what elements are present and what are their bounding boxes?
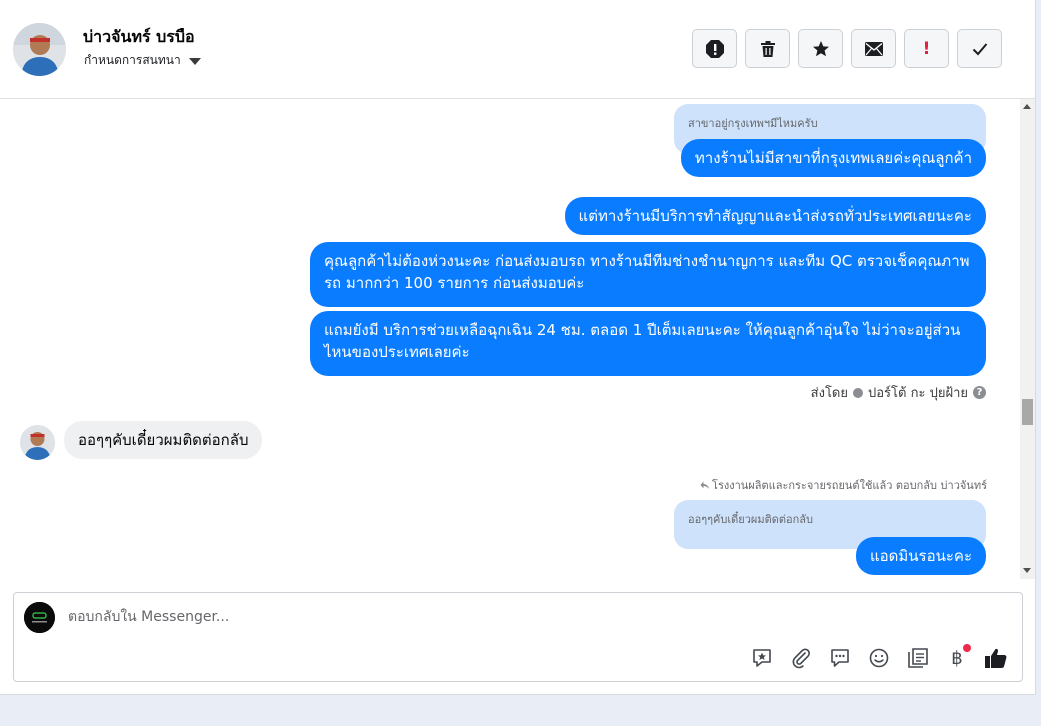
header-actions: ! <box>692 29 1002 68</box>
sent-by-label: ส่งโดย <box>810 386 848 401</box>
verified-dot-icon <box>853 387 863 398</box>
outgoing-message[interactable]: แถมยังมี บริการช่วยเหลือฉุกเฉิน 24 ชม. ต… <box>310 311 986 376</box>
scroll-down-arrow-icon[interactable] <box>1023 568 1031 573</box>
conversation-panel: บ่าวจันทร์ บรบือ กำหนดการสนทนา ! สาขาอยู… <box>0 0 1036 695</box>
saved-reply-icon <box>753 649 771 667</box>
message-list[interactable]: สาขาอยู่กรุงเทพฯมีไหมครับ ทางร้านไม่มีสา… <box>0 99 1020 579</box>
caret-down-icon <box>188 57 201 65</box>
reply-note-text: โรงงานผลิตและกระจายรถยนต์ใช้แล้ว ตอบกลับ… <box>712 479 987 492</box>
notification-dot <box>963 644 971 652</box>
contact-avatar-small[interactable] <box>20 425 55 460</box>
scrollbar-thumb[interactable] <box>1022 399 1033 425</box>
trash-icon <box>760 40 775 57</box>
reply-input[interactable] <box>68 605 968 629</box>
sent-by-name: ปอร์โต้ กะ ปุยฝ้าย <box>868 386 968 401</box>
thumbs-up-icon <box>985 648 1007 668</box>
assign-conversation-dropdown[interactable]: กำหนดการสนทนา <box>84 51 201 70</box>
attachment-icon <box>792 648 810 669</box>
conversation-header: บ่าวจันทร์ บรบือ กำหนดการสนทนา ! <box>0 0 1035 99</box>
outgoing-message[interactable]: แต่ทางร้านมีบริการทำสัญญาและนำส่งรถทั่วป… <box>564 197 986 235</box>
scroll-up-arrow-icon[interactable] <box>1023 104 1031 109</box>
spam-button[interactable] <box>692 29 737 68</box>
payment-button[interactable]: ฿ <box>943 644 971 672</box>
quoted-text: ออๆๆคับเดี๋ยวผมติดต่อกลับ <box>688 513 814 526</box>
reply-arrow-icon <box>700 481 710 489</box>
star-icon <box>812 40 829 56</box>
exclamation-icon: ! <box>922 38 931 59</box>
emoji-button[interactable] <box>865 644 893 672</box>
emoji-icon <box>869 648 889 668</box>
alert-circle-icon <box>705 39 724 58</box>
message-scrollbar[interactable] <box>1020 99 1035 579</box>
follow-up-button[interactable]: ! <box>904 29 949 68</box>
page-avatar <box>24 602 55 633</box>
outgoing-message[interactable]: แอดมินรอนะคะ <box>855 537 986 575</box>
chat-button[interactable] <box>826 644 854 672</box>
like-button[interactable] <box>982 644 1010 672</box>
incoming-message[interactable]: ออๆๆคับเดี๋ยวผมติดต่อกลับ <box>64 421 263 459</box>
saved-reply-button[interactable] <box>748 644 776 672</box>
checkmark-icon <box>972 42 987 55</box>
mark-done-button[interactable] <box>957 29 1002 68</box>
catalog-button[interactable] <box>904 644 932 672</box>
sent-by-info: ส่งโดย ปอร์โต้ กะ ปุยฝ้าย ? <box>811 382 986 403</box>
reply-note: โรงงานผลิตและกระจายรถยนต์ใช้แล้ว ตอบกลับ… <box>700 476 987 494</box>
mail-icon <box>864 41 883 56</box>
help-icon[interactable]: ? <box>973 386 986 399</box>
outgoing-message[interactable]: ทางร้านไม่มีสาขาที่กรุงเทพเลยค่ะคุณลูกค้… <box>680 139 986 177</box>
catalog-icon <box>908 648 928 668</box>
contact-name[interactable]: บ่าวจันทร์ บรบือ <box>83 25 195 50</box>
outgoing-message[interactable]: คุณลูกค้าไม่ต้องห่วงนะคะ ก่อนส่งมอบรถ ทา… <box>310 242 986 307</box>
mark-unread-button[interactable] <box>851 29 896 68</box>
quoted-text: สาขาอยู่กรุงเทพฯมีไหมครับ <box>688 117 818 130</box>
delete-button[interactable] <box>745 29 790 68</box>
payment-icon: ฿ <box>951 647 963 669</box>
assign-label: กำหนดการสนทนา <box>84 53 181 67</box>
composer-tools: ฿ <box>748 644 1010 672</box>
star-button[interactable] <box>798 29 843 68</box>
contact-avatar[interactable] <box>13 23 66 76</box>
chat-bubble-icon <box>831 649 849 667</box>
reply-composer: ฿ <box>13 592 1023 682</box>
attach-file-button[interactable] <box>787 644 815 672</box>
